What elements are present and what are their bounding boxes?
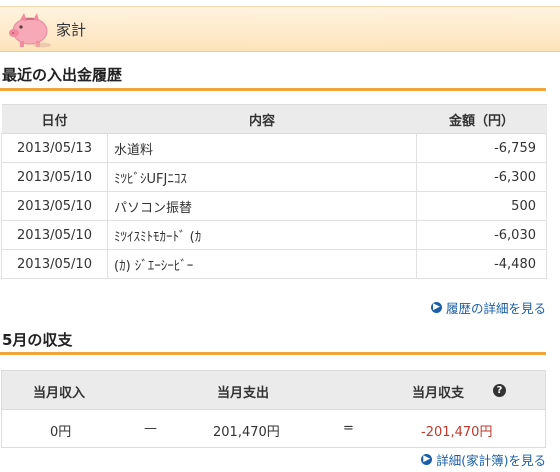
- row-date: 2013/05/13: [1, 133, 108, 163]
- question-circle-icon[interactable]: ?: [493, 384, 506, 397]
- piggy-bank-icon: [9, 13, 51, 48]
- header-title: 家計: [56, 21, 87, 39]
- minus-sign: —: [144, 421, 157, 436]
- column-header-date: 日付: [1, 104, 108, 134]
- column-header-description: 内容: [107, 104, 417, 134]
- row-description: 水道料: [107, 133, 417, 163]
- history-divider: [0, 88, 546, 91]
- kakeibo-detail-link[interactable]: ▶ 詳細(家計簿)を見る: [421, 450, 546, 469]
- row-date: 2013/05/10: [1, 249, 108, 279]
- income-label: 当月収入: [33, 386, 86, 401]
- row-amount: -6,300: [416, 162, 547, 192]
- summary-section-title: 5月の収支: [2, 331, 73, 349]
- row-date: 2013/05/10: [1, 191, 108, 221]
- table-row: 2013/05/10 ﾐﾂﾋﾞｼUFJﾆｺｽ -6,300: [1, 162, 547, 192]
- kakeibo-detail-link-label: 詳細(家計簿)を見る: [436, 453, 546, 468]
- row-amount: -4,480: [416, 249, 547, 279]
- table-row: 2013/05/10 パソコン振替 500: [1, 191, 547, 221]
- row-description: ﾐﾂﾋﾞｼUFJﾆｺｽ: [107, 162, 417, 192]
- table-row: 2013/05/10 (ｶ) ｼﾞｴｰｼｰﾋﾞｰ -4,480: [1, 249, 547, 279]
- row-description: ﾐﾂｲｽﾐﾄﾓｶｰﾄﾞ (ｶ: [107, 220, 417, 250]
- row-amount: -6,030: [416, 220, 547, 250]
- row-description: パソコン振替: [107, 191, 417, 221]
- row-date: 2013/05/10: [1, 162, 108, 192]
- equals-sign: =: [343, 421, 354, 436]
- kakei-header: 家計: [0, 6, 560, 52]
- history-detail-link[interactable]: ▶ 履歴の詳細を見る: [430, 298, 546, 317]
- table-row: 2013/05/10 ﾐﾂｲｽﾐﾄﾓｶｰﾄﾞ (ｶ -6,030: [1, 220, 547, 250]
- row-description: (ｶ) ｼﾞｴｰｼｰﾋﾞｰ: [107, 249, 417, 279]
- history-section-title: 最近の入出金履歴: [2, 66, 123, 84]
- expense-label: 当月支出: [217, 386, 270, 401]
- history-detail-link-label: 履歴の詳細を見る: [445, 301, 546, 316]
- row-date: 2013/05/10: [1, 220, 108, 250]
- row-amount: 500: [416, 191, 547, 221]
- row-amount: -6,759: [416, 133, 547, 163]
- history-header-row: 日付 内容 金額（円）: [1, 104, 547, 134]
- arrow-right-circle-icon: ▶: [430, 302, 442, 313]
- history-table: 日付 内容 金額（円） 2013/05/13 水道料 -6,759 2013/0…: [1, 104, 547, 279]
- column-header-amount: 金額（円）: [416, 104, 547, 134]
- summary-divider: [0, 352, 546, 355]
- income-value: 0円: [50, 425, 72, 440]
- table-row: 2013/05/13 水道料 -6,759: [1, 133, 547, 163]
- balance-label: 当月収支: [412, 386, 465, 401]
- arrow-right-circle-icon: ▶: [421, 454, 433, 465]
- balance-value: -201,470円: [421, 425, 493, 440]
- expense-value: 201,470円: [213, 425, 280, 440]
- monthly-summary-table: 当月収入 当月支出 当月収支 ? 0円 — 201,470円 = -201,47…: [1, 370, 546, 448]
